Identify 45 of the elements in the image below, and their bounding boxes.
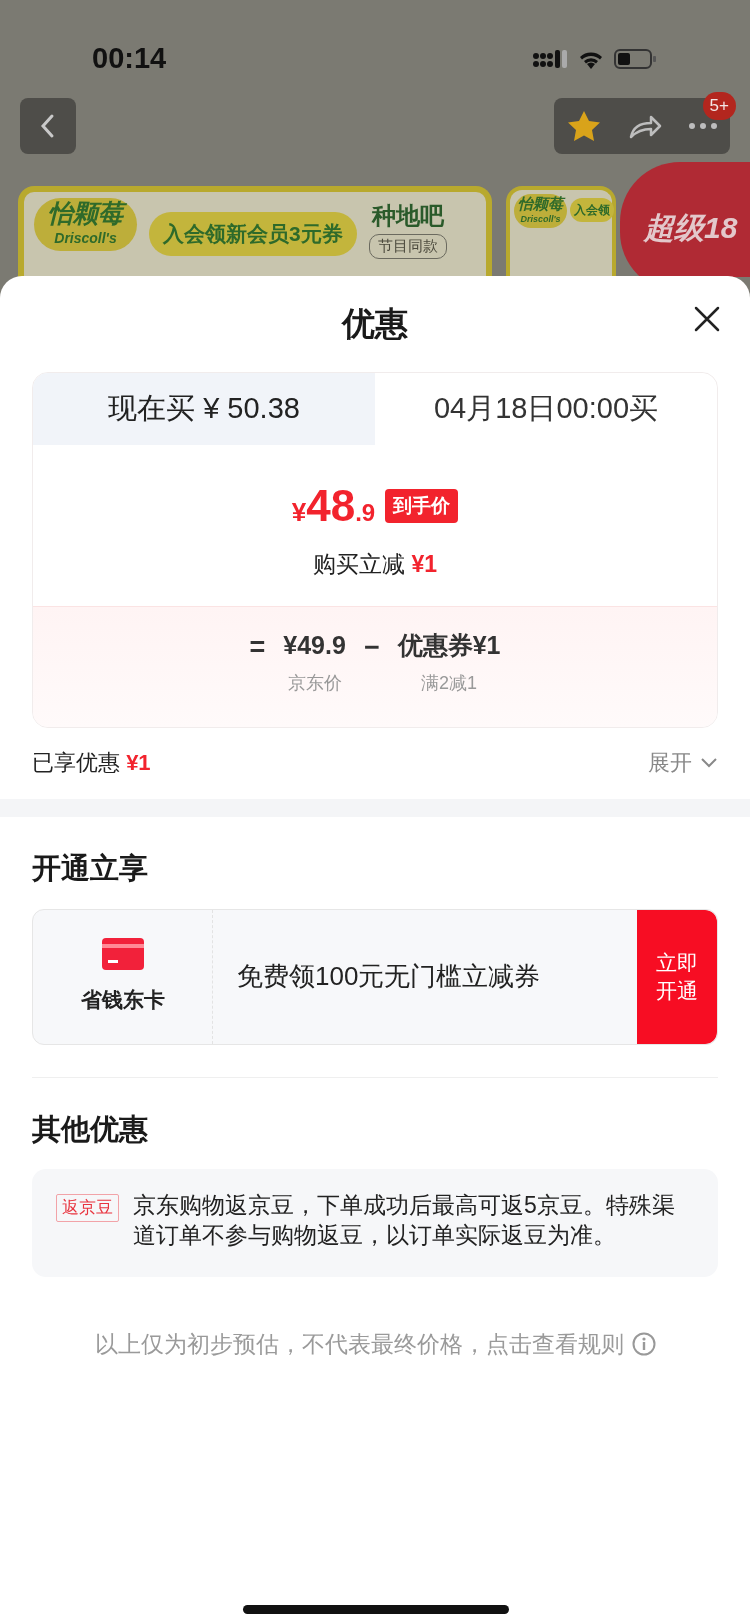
card-name: 省钱东卡 [80,986,165,1013]
back-button[interactable] [20,98,76,154]
offer-description: 京东购物返京豆，下单成功后最高可返5京豆。特殊渠道订单不参与购物返豆，以订单实际返豆为准。 [133,1191,676,1250]
favorite-button[interactable] [566,109,603,143]
close-button[interactable] [694,306,720,332]
promo-badge[interactable]: 超级18 [620,162,750,277]
formula-value: ¥49.9 [283,629,346,661]
banner-card[interactable]: 怡颗莓 Driscoll's 入会领 [506,186,616,277]
section-heading: 开通立享 [31,851,149,886]
rules-link[interactable]: 以上仅为初步预估，不代表最终价格，点击查看规则 [94,1326,624,1362]
instant-discount-text: 购买立减 ¥1 [313,550,437,579]
offer-text: 免费领100元无门槛立减券 [236,960,542,993]
more-icon [687,122,718,130]
formula-value: 优惠券¥1 [397,629,501,661]
more-button[interactable] [687,122,718,130]
activate-button[interactable]: 立即开通 [637,909,717,1044]
battery-icon [614,48,658,70]
expand-button[interactable]: 展开 [648,746,718,779]
star-icon [566,109,603,143]
time-tab[interactable]: 现在买 ¥ 50.38 [33,373,375,445]
price-tag: 到手价 [385,488,459,524]
promo-text: 超级18 [644,209,738,246]
chevron-down-icon [700,756,718,769]
notification-badge: 5+ [702,92,736,120]
section-heading: 其他优惠 [31,1111,149,1147]
formula-caption: 京东价 [287,672,342,695]
info-icon [631,1332,656,1357]
card-icon [101,937,144,970]
formula-operator: = [249,630,266,664]
banner-card[interactable]: 怡颗莓 Driscoll's 入会领新会员3元券 种地吧 节目同款 [18,186,492,277]
formula-operator: − [363,630,380,664]
sheet-title: 优惠 [342,304,408,345]
close-icon [694,306,720,332]
status-time: 00:14 [92,41,167,77]
brand-logo-subtext: Driscoll's [520,212,561,226]
show-tag: 节目同款 [368,234,447,259]
enjoyed-discount-text: 已享优惠 ¥1 [32,749,151,777]
show-logo-text: 种地吧 [371,201,444,231]
offer-tag: 返京豆 [56,1194,119,1222]
coupon-pill: 入会领 [570,198,614,222]
signal-icon [532,48,568,70]
brand-logo-subtext: Driscoll's [54,228,117,248]
formula-caption: 满2减1 [421,672,478,695]
final-price: ¥48.9 [291,480,376,532]
coupon-pill: 入会领新会员3元券 [149,212,357,256]
